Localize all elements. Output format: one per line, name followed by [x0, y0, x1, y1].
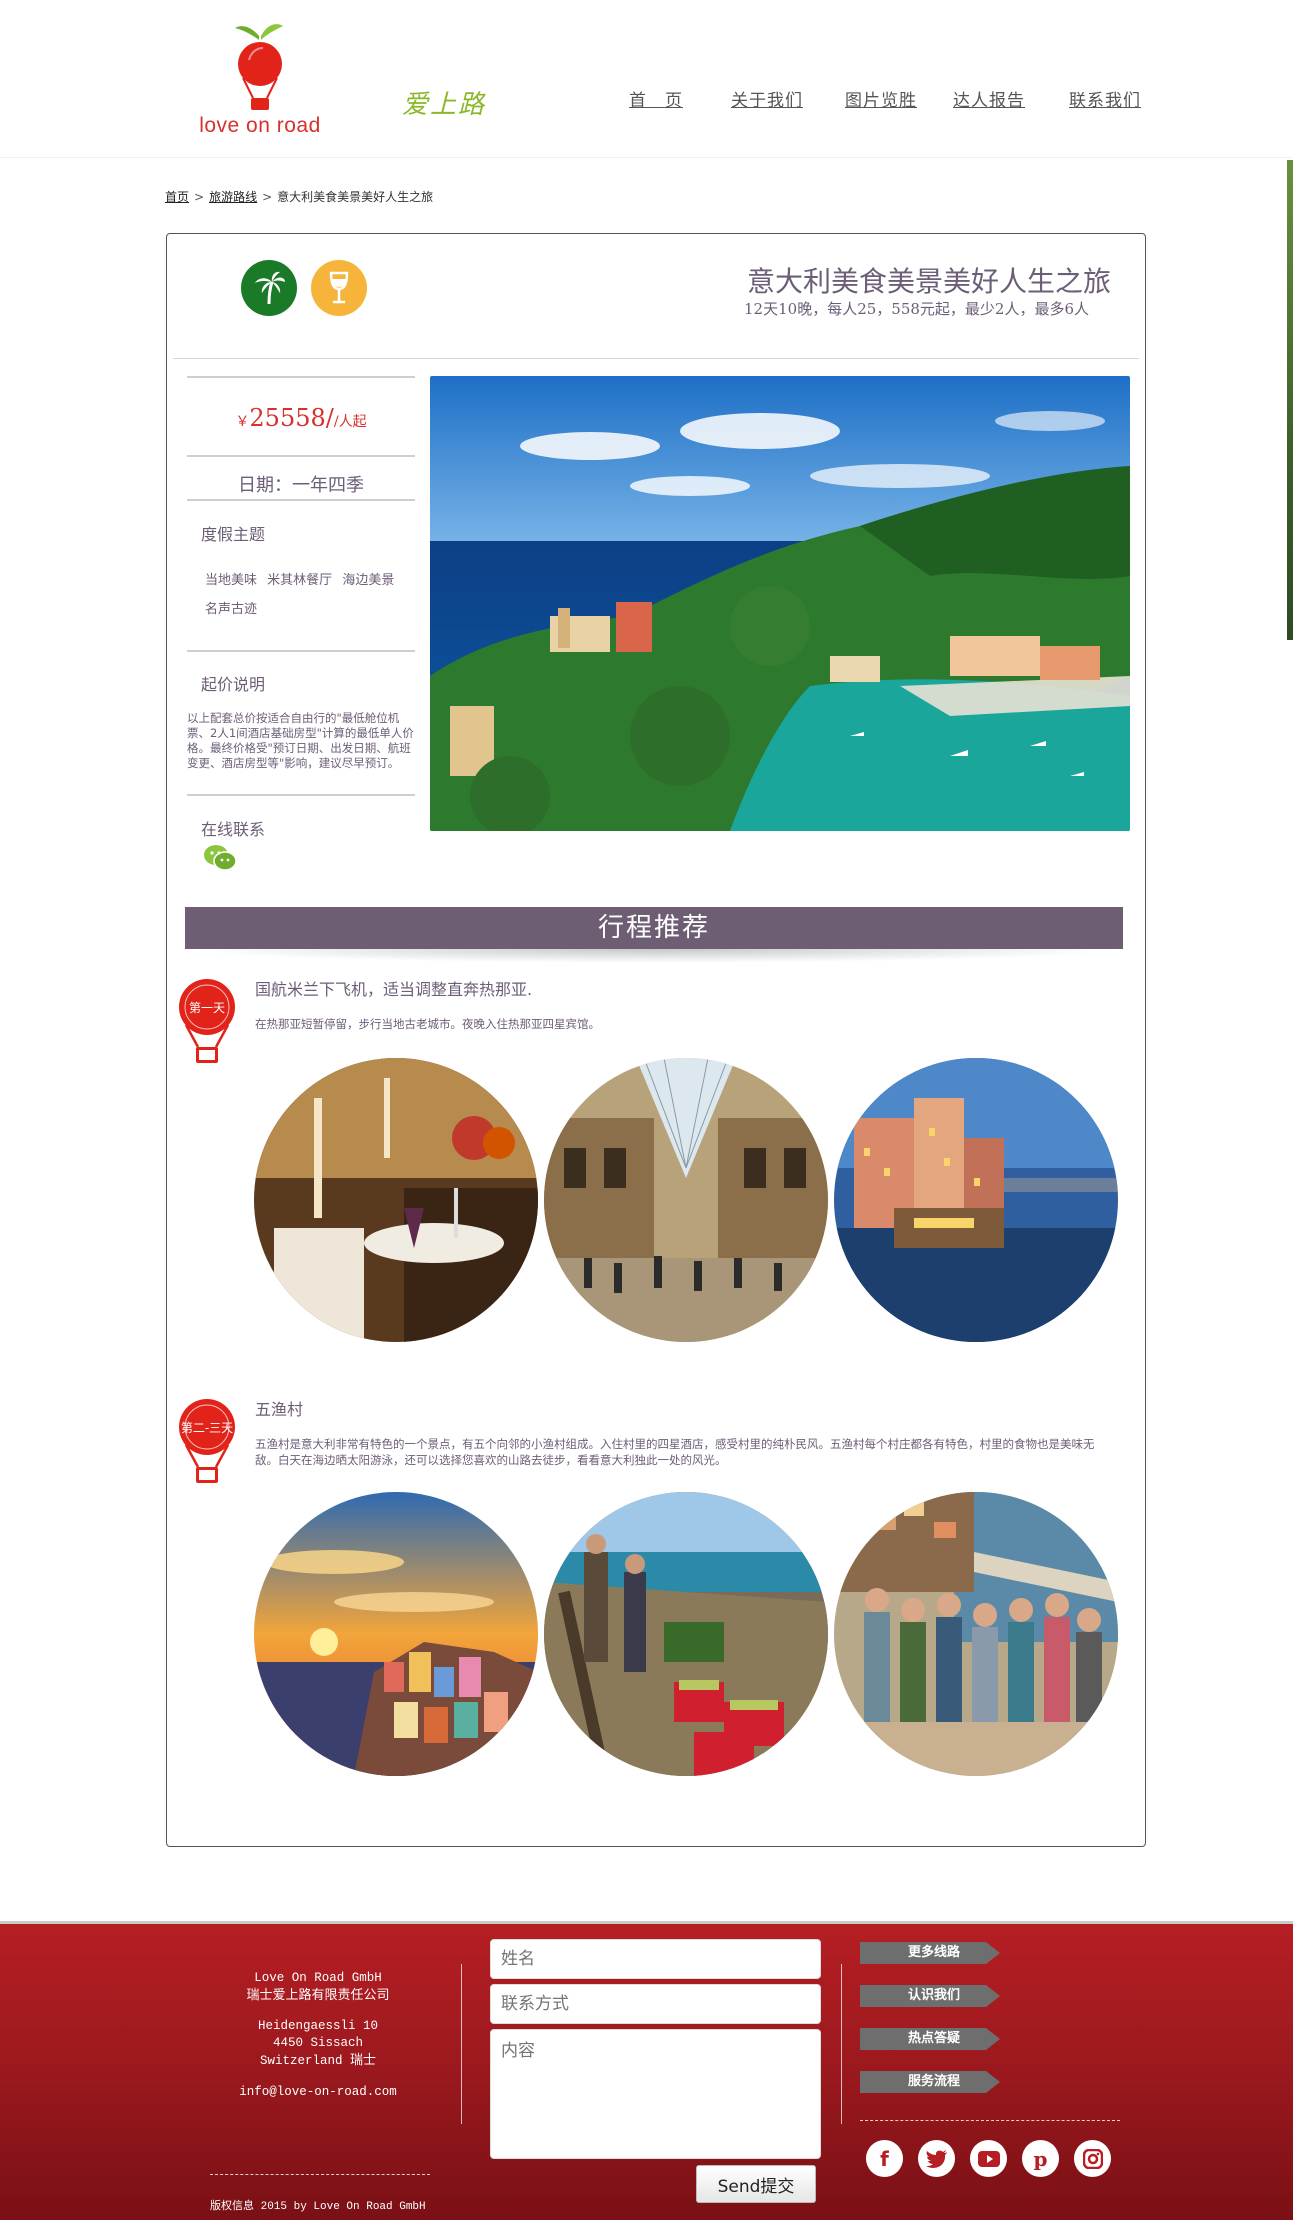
nav-contact[interactable]: 联系我们	[1069, 86, 1141, 111]
divider	[187, 499, 415, 501]
price-note-title: 起价说明	[201, 675, 266, 694]
photo-restaurant	[254, 1058, 538, 1342]
nav-home[interactable]: 首 页	[629, 86, 683, 111]
chevron-right-icon: >	[194, 190, 205, 204]
price-currency: ￥	[235, 414, 250, 430]
address-street: Heidengaessli 10	[257, 2019, 379, 2033]
theme-tag: 海边美景	[342, 573, 395, 588]
trip-card: 意大利美食美景美好人生之旅 12天10晚，每人25，558元起，最少2人，最多6…	[166, 233, 1146, 1847]
theme-title: 度假主题	[201, 525, 266, 544]
theme-tag: 米其林餐厅	[267, 573, 333, 588]
page-edge-decoration	[1287, 160, 1293, 640]
day-title: 国航米兰下飞机，适当调整直奔热那亚.	[255, 980, 533, 999]
breadcrumb-current: 意大利美食美景美好人生之旅	[277, 190, 434, 204]
pinterest-icon[interactable]: p	[1022, 2140, 1059, 2177]
link-service-process[interactable]: 服务流程	[860, 2071, 1000, 2093]
day-badge-label: 第一天	[188, 1001, 225, 1015]
breadcrumb: 首页 > 旅游路线 > 意大利美食美景美好人生之旅	[165, 188, 433, 205]
divider	[841, 1964, 842, 2124]
wechat-icon[interactable]	[203, 844, 237, 872]
palm-tree-icon	[241, 260, 297, 316]
site-footer: Love On Road GmbH 瑞士爱上路有限责任公司 Heidengaes…	[0, 1921, 1293, 2220]
theme-tag: 当地美味	[205, 573, 258, 588]
contact-field[interactable]	[490, 1984, 821, 2024]
trip-price: ￥25558//人起	[235, 404, 367, 432]
main-nav: 首 页 关于我们 图片览胜 达人报告 联系我们	[0, 86, 1293, 116]
address-city: 4450 Sissach	[272, 2036, 363, 2050]
divider	[187, 794, 415, 796]
trip-title: 意大利美食美景美好人生之旅	[746, 265, 1111, 298]
facebook-icon[interactable]: f	[866, 2140, 903, 2177]
photo-grape-harvest	[544, 1492, 828, 1776]
contact-title: 在线联系	[201, 820, 266, 839]
photo-cinque-terre-sunset	[254, 1492, 538, 1776]
divider	[173, 358, 1139, 359]
link-about-us[interactable]: 认识我们	[860, 1985, 1000, 2007]
price-value: 25558	[249, 404, 326, 432]
copyright: 版权信息 2015 by Love On Road GmbH	[210, 2197, 426, 2213]
divider	[461, 1964, 462, 2124]
trip-subtitle: 12天10晚，每人25，558元起，最少2人，最多6人	[744, 300, 1089, 318]
instagram-icon[interactable]	[1074, 2140, 1111, 2177]
contact-email[interactable]: info@love-on-road.com	[198, 2084, 438, 2101]
divider	[187, 650, 415, 652]
divider	[187, 455, 415, 457]
send-button[interactable]: Send提交	[696, 2165, 816, 2203]
address-country-cn: 瑞士	[350, 2053, 377, 2068]
twitter-icon[interactable]	[918, 2140, 955, 2177]
logo-text: love on road	[199, 114, 321, 137]
copyright-text: 2015 by Love On Road GmbH	[260, 2201, 426, 2213]
chevron-right-icon: >	[262, 190, 273, 204]
hero-image	[430, 376, 1130, 831]
theme-tags: 当地美味 米其林餐厅 海边美景 名声古迹	[205, 566, 405, 624]
day-badge-balloon-icon: 第一天	[176, 977, 238, 1075]
address-country-en: Switzerland	[259, 2054, 343, 2068]
company-info: Love On Road GmbH 瑞士爱上路有限责任公司 Heidengaes…	[198, 1970, 438, 2101]
photo-genoa-night	[834, 1058, 1118, 1342]
link-more-routes[interactable]: 更多线路	[860, 1942, 1000, 1964]
breadcrumb-home[interactable]: 首页	[165, 190, 189, 204]
itinerary-banner: 行程推荐	[185, 907, 1123, 949]
trip-date: 日期：一年四季	[238, 475, 364, 496]
theme-tag: 名声古迹	[205, 602, 258, 617]
photo-hiking-group	[834, 1492, 1118, 1776]
company-name-en: Love On Road GmbH	[254, 1971, 382, 1985]
nav-reports[interactable]: 达人报告	[953, 86, 1025, 111]
youtube-icon[interactable]	[970, 2140, 1007, 2177]
divider	[860, 2120, 1120, 2121]
divider	[187, 376, 415, 378]
day-badge-label: 第二-三天	[180, 1421, 234, 1435]
day-badge-balloon-icon: 第二-三天	[176, 1397, 238, 1495]
breadcrumb-category[interactable]: 旅游路线	[209, 190, 257, 204]
day-description: 在热那亚短暂停留，步行当地古老城市。夜晚入住热那亚四星宾馆。	[255, 1017, 600, 1031]
wine-glass-icon	[311, 260, 367, 316]
message-field[interactable]	[490, 2029, 821, 2159]
price-unit: /人起	[333, 414, 367, 430]
name-field[interactable]	[490, 1939, 821, 1979]
divider	[210, 2174, 430, 2175]
nav-gallery[interactable]: 图片览胜	[845, 86, 917, 111]
company-name-cn: 瑞士爱上路有限责任公司	[246, 1988, 390, 2003]
day-description: 五渔村是意大利非常有特色的一个景点，有五个向邻的小渔村组成。入住村里的四星酒店，…	[255, 1437, 1095, 1467]
day-title: 五渔村	[255, 1400, 304, 1419]
copyright-label: 版权信息	[210, 2199, 254, 2212]
price-note: 以上配套总价按适合自由行的"最低舱位机票、2人1间酒店基础房型"计算的最低单人价…	[187, 711, 414, 770]
site-header: love on road 爱上路 首 页 关于我们 图片览胜 达人报告 联系我们	[0, 0, 1293, 158]
link-faq[interactable]: 热点答疑	[860, 2028, 1000, 2050]
logo[interactable]: love on road	[185, 22, 335, 147]
banner-shadow	[185, 949, 1123, 963]
photo-galleria-milan	[544, 1058, 828, 1342]
nav-about[interactable]: 关于我们	[731, 86, 803, 111]
